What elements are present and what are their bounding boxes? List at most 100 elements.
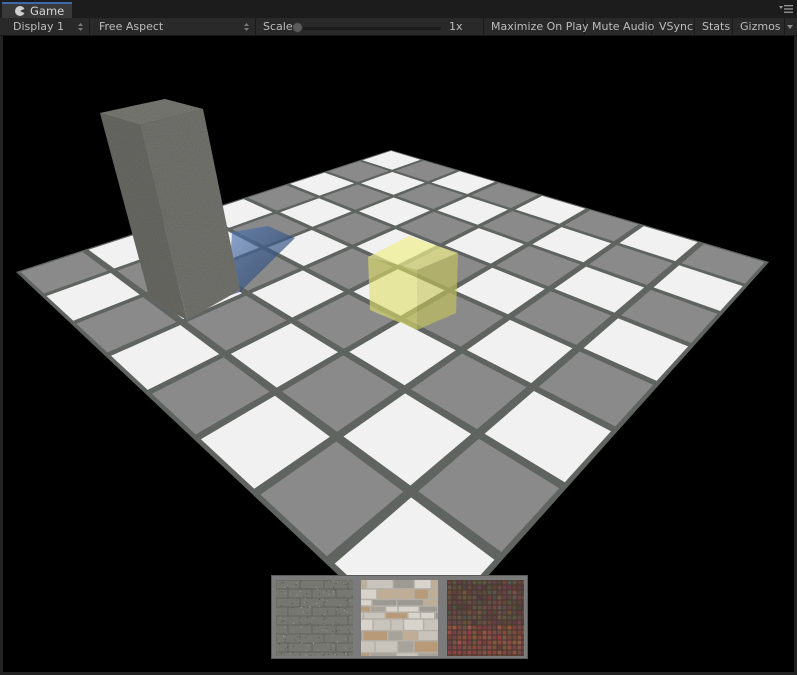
metal-tile bbox=[512, 580, 517, 585]
stone-block bbox=[394, 589, 414, 599]
grain bbox=[332, 641, 334, 643]
display-dropdown[interactable]: Display 1 bbox=[6, 18, 90, 36]
metal-tile bbox=[447, 615, 452, 620]
metal-tile bbox=[517, 580, 522, 585]
gizmos-toggle[interactable]: Gizmos bbox=[733, 18, 785, 36]
metal-tile bbox=[452, 595, 457, 600]
gizmos-dropdown-button[interactable] bbox=[785, 18, 795, 36]
grain bbox=[328, 594, 330, 596]
grain bbox=[338, 629, 340, 631]
metal-tile bbox=[512, 650, 517, 655]
metal-tile bbox=[507, 585, 512, 590]
grain bbox=[326, 600, 328, 602]
metal-tile bbox=[462, 585, 467, 590]
grain bbox=[347, 629, 349, 631]
mute-audio-toggle[interactable]: Mute Audio bbox=[585, 18, 654, 36]
scale-slider-track[interactable] bbox=[293, 27, 441, 30]
metal-tile bbox=[467, 635, 472, 640]
vsync-toggle[interactable]: VSync bbox=[652, 18, 695, 36]
scale-slider-knob[interactable] bbox=[292, 22, 303, 33]
grain bbox=[284, 648, 286, 650]
display-label: Display 1 bbox=[13, 20, 65, 33]
metal-tile bbox=[522, 580, 524, 585]
aspect-dropdown[interactable]: Free Aspect bbox=[92, 18, 256, 36]
metal-tile bbox=[507, 620, 512, 625]
metal-tile bbox=[447, 590, 452, 595]
dropdown-arrow-icon bbox=[787, 25, 793, 29]
metal-tile bbox=[492, 610, 497, 615]
grain bbox=[332, 580, 334, 582]
grain bbox=[306, 616, 308, 618]
metal-tile bbox=[522, 610, 524, 615]
metal-tile bbox=[482, 610, 487, 615]
tab-game[interactable]: Game bbox=[2, 2, 72, 18]
metal-tile bbox=[492, 625, 497, 630]
grain bbox=[333, 587, 335, 589]
metal-tile bbox=[487, 640, 492, 645]
maximize-on-play-toggle[interactable]: Maximize On Play bbox=[484, 18, 589, 36]
texture-thumb-metal-grid[interactable] bbox=[447, 580, 524, 656]
grain bbox=[349, 631, 351, 633]
maximize-on-play-label: Maximize On Play bbox=[491, 20, 589, 33]
stone-block bbox=[391, 619, 403, 630]
metal-tile bbox=[507, 615, 512, 620]
metal-tile bbox=[507, 605, 512, 610]
grain bbox=[337, 640, 339, 642]
grain bbox=[292, 622, 294, 624]
metal-tile bbox=[517, 645, 522, 650]
grain bbox=[300, 626, 302, 628]
metal-tile bbox=[482, 605, 487, 610]
metal-tile bbox=[507, 650, 512, 655]
grain bbox=[335, 648, 337, 650]
panel-menu-icon[interactable] bbox=[779, 4, 793, 14]
metal-tile bbox=[477, 645, 482, 650]
metal-tile bbox=[457, 625, 462, 630]
grain bbox=[315, 603, 317, 605]
grain bbox=[297, 581, 299, 583]
metal-tile bbox=[462, 630, 467, 635]
grain bbox=[281, 591, 283, 593]
scale-label: Scale bbox=[263, 20, 293, 33]
grain bbox=[282, 635, 284, 637]
grain bbox=[344, 633, 346, 635]
metal-tile bbox=[487, 600, 492, 605]
stats-toggle[interactable]: Stats bbox=[695, 18, 733, 36]
metal-tile bbox=[447, 610, 452, 615]
metal-tile bbox=[472, 635, 477, 640]
texture-picker-panel bbox=[271, 575, 528, 659]
metal-tile bbox=[467, 595, 472, 600]
metal-tile bbox=[492, 600, 497, 605]
metal-tile bbox=[467, 640, 472, 645]
grain bbox=[301, 642, 303, 644]
metal-tile bbox=[452, 630, 457, 635]
grain bbox=[296, 594, 298, 596]
grain bbox=[290, 593, 292, 595]
metal-tile bbox=[502, 645, 507, 650]
grain bbox=[333, 592, 335, 594]
metal-tile bbox=[462, 635, 467, 640]
texture-thumb-stone-wall[interactable] bbox=[361, 580, 438, 656]
grain bbox=[310, 655, 312, 656]
stone-block bbox=[361, 653, 370, 656]
metal-tile bbox=[522, 640, 524, 645]
grain bbox=[332, 652, 334, 654]
metal-tile bbox=[452, 635, 457, 640]
grain bbox=[284, 592, 286, 594]
stone-block bbox=[398, 606, 419, 612]
grain bbox=[347, 580, 349, 582]
grain bbox=[326, 580, 328, 582]
stone-block bbox=[414, 641, 438, 652]
stone-block bbox=[363, 631, 388, 641]
metal-tile bbox=[462, 625, 467, 630]
metal-tile bbox=[507, 645, 512, 650]
grain bbox=[303, 595, 305, 597]
grain bbox=[344, 608, 346, 610]
grain bbox=[284, 619, 286, 621]
texture-thumb-granite-bricks[interactable] bbox=[276, 580, 353, 656]
metal-tile bbox=[497, 610, 502, 615]
metal-tile bbox=[477, 585, 482, 590]
metal-tile bbox=[472, 650, 477, 655]
metal-tile bbox=[477, 595, 482, 600]
metal-tile bbox=[517, 630, 522, 635]
grain bbox=[321, 614, 323, 616]
